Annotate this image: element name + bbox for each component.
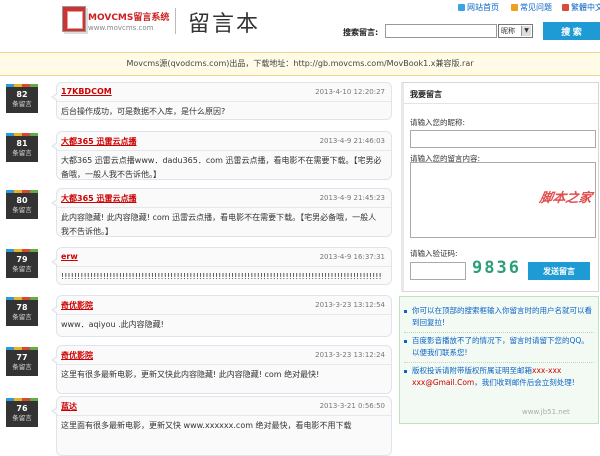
badge-number: 82	[16, 90, 28, 99]
message-date: 2013-4-9 21:46:03	[319, 137, 385, 145]
badge-suffix: 条留言	[12, 100, 32, 108]
search-label: 搜索留言:	[343, 28, 379, 37]
message-header: erw 2013-4-9 16:37:31	[57, 248, 391, 267]
badge-stripe	[6, 84, 38, 87]
form-title: 我要留言	[410, 90, 442, 99]
logo-icon	[62, 6, 86, 32]
message-count-badge: 82 条留言	[6, 84, 38, 113]
badge-number: 78	[16, 303, 28, 312]
home-link[interactable]: 网站首页	[458, 2, 499, 13]
message-date: 2013-4-10 12:20:27	[315, 88, 385, 96]
message-body: 这里有很多最新电影，更新又快此内容隐藏! 此内容隐藏! com 绝对最快!	[61, 370, 320, 379]
submit-button[interactable]: 发送留言	[528, 262, 590, 280]
message-item: 奇优影院 2013-3-23 13:12:54 www．aqiyou .此内容隐藏!	[51, 295, 392, 337]
message-header: 蓝达 2013-3-21 0:56:50	[57, 397, 391, 416]
message-header: 17KBDCOM 2013-4-10 12:20:27	[57, 83, 391, 102]
author-link[interactable]: 奇优影院	[61, 350, 93, 361]
help-tip-qq: 百度影音播放不了的情况下，留言时请留下您的QQ。以便我们联系您!	[404, 335, 594, 359]
watermark-logo: 脚本之家	[538, 191, 593, 206]
message-count-badge: 80 条留言	[6, 190, 38, 219]
message-item: 17KBDCOM 2013-4-10 12:20:27 后台操作成功，可是数据不入库…	[51, 82, 392, 120]
badge-suffix: 条留言	[12, 414, 32, 422]
captcha-image[interactable]: 9836	[472, 258, 521, 278]
badge-stripe	[6, 133, 38, 136]
message-body: 后台操作成功，可是数据不入库，是什么原因?	[61, 107, 226, 116]
message-count-badge: 76 条留言	[6, 398, 38, 427]
message-item: 奇优影院 2013-3-23 13:12:24 这里有很多最新电影，更新又快此内容隐…	[51, 345, 392, 394]
message-count-badge: 77 条留言	[6, 347, 38, 376]
badge-stripe	[6, 297, 38, 300]
traditional-chinese-link[interactable]: 繁體中文	[562, 2, 600, 13]
badge-stripe	[6, 249, 38, 252]
captcha-input[interactable]	[410, 262, 466, 280]
faq-link[interactable]: 常见问题	[511, 2, 552, 13]
notice-bar: Movcms源(qvodcms.com)出品，下载地址：http://gb.mo…	[0, 52, 600, 76]
home-icon	[458, 4, 465, 11]
message-body: 大都365 迅雷云点播www．dadu365．com 迅雷云点播，看电影不在需要…	[61, 156, 382, 179]
author-link[interactable]: 奇优影院	[61, 300, 93, 311]
brand-url: www.movcms.com	[88, 24, 154, 32]
header-divider	[175, 8, 176, 34]
captcha-label: 请输入验证码:	[410, 249, 458, 258]
author-link[interactable]: 大都365 迅雷云点播	[61, 136, 136, 147]
badge-stripe	[6, 398, 38, 401]
badge-suffix: 条留言	[12, 206, 32, 214]
nickname-input[interactable]	[410, 130, 596, 148]
message-count-badge: 78 条留言	[6, 297, 38, 326]
badge-number: 79	[16, 255, 28, 264]
badge-suffix: 条留言	[12, 265, 32, 273]
nickname-label: 请输入您的昵称:	[410, 118, 466, 127]
chevron-down-icon: ▼	[521, 26, 531, 36]
watermark-url: www.jb51.net	[522, 408, 570, 416]
message-body: 此内容隐藏! 此内容隐藏! com 迅雷云点播，看电影不在需要下载。【宅男必备哦…	[61, 213, 377, 236]
message-count-badge: 81 条留言	[6, 133, 38, 162]
help-divider	[404, 332, 594, 334]
language-icon	[562, 4, 569, 11]
author-link[interactable]: 大都365 迅雷云点播	[61, 193, 136, 204]
message-date: 2013-3-23 13:12:24	[315, 351, 385, 359]
search-field-select[interactable]: 昵称 ▼	[498, 24, 533, 38]
author-link[interactable]: erw	[61, 252, 78, 261]
badge-suffix: 条留言	[12, 363, 32, 371]
search-button[interactable]: 搜 索	[543, 22, 600, 40]
message-header: 大都365 迅雷云点播 2013-4-9 21:46:03	[57, 132, 391, 151]
badge-suffix: 条留言	[12, 149, 32, 157]
message-date: 2013-3-23 13:12:54	[315, 301, 385, 309]
help-panel: 你可以在顶部的搜索框输入你留言时的用户名就可以看到回复拉! 百度影音播放不了的情…	[399, 296, 599, 424]
message-item: erw 2013-4-9 16:37:31!!!!!!!!!!!!!!!!!!!!…	[51, 247, 392, 285]
help-tip-copyright: 版权投诉请附带版权所属证明至邮箱xxx-xxx xxx@Gmail.Com，我们…	[404, 365, 594, 389]
form-title-divider	[404, 103, 598, 104]
help-divider	[404, 362, 594, 364]
badge-number: 81	[16, 139, 28, 148]
help-icon	[511, 4, 518, 11]
author-link[interactable]: 17KBDCOM	[61, 87, 112, 96]
message-item: 蓝达 2013-3-21 0:56:50 这里面有很多最新电影，更新又快 www.x…	[51, 396, 392, 456]
message-body: !!!!!!!!!!!!!!!!!!!!!!!!!!!!!!!!!!!!!!!!…	[61, 272, 383, 281]
help-tip-search: 你可以在顶部的搜索框输入你留言时的用户名就可以看到回复拉!	[404, 305, 594, 329]
badge-number: 80	[16, 196, 28, 205]
message-header: 大都365 迅雷云点播 2013-4-9 21:45:23	[57, 189, 391, 208]
message-item: 大都365 迅雷云点播 2013-4-9 21:45:23 此内容隐藏! 此内容隐藏…	[51, 188, 392, 237]
message-count-badge: 79 条留言	[6, 249, 38, 278]
message-date: 2013-3-21 0:56:50	[319, 402, 385, 410]
brand-name: MOVCMS留言系统	[88, 13, 170, 23]
message-item: 大都365 迅雷云点播 2013-4-9 21:46:03 大都365 迅雷云点播w…	[51, 131, 392, 180]
message-body: www．aqiyou .此内容隐藏!	[61, 320, 164, 329]
message-body: 这里面有很多最新电影，更新又快 www.xxxxxx.com 绝对最快，看电影不…	[61, 421, 352, 430]
author-link[interactable]: 蓝达	[61, 401, 77, 412]
message-form: 我要留言 请输入您的昵称: 请输入您的留言内容: 请输入验证码: 9836 发送…	[401, 82, 599, 292]
message-date: 2013-4-9 21:45:23	[319, 194, 385, 202]
message-date: 2013-4-9 16:37:31	[319, 253, 385, 261]
page-title: 留言本	[188, 12, 261, 37]
message-header: 奇优影院 2013-3-23 13:12:24	[57, 346, 391, 365]
badge-number: 76	[16, 404, 28, 413]
message-header: 奇优影院 2013-3-23 13:12:54	[57, 296, 391, 315]
badge-number: 77	[16, 353, 28, 362]
search-input[interactable]	[385, 24, 497, 38]
badge-stripe	[6, 190, 38, 193]
badge-suffix: 条留言	[12, 313, 32, 321]
badge-stripe	[6, 347, 38, 350]
